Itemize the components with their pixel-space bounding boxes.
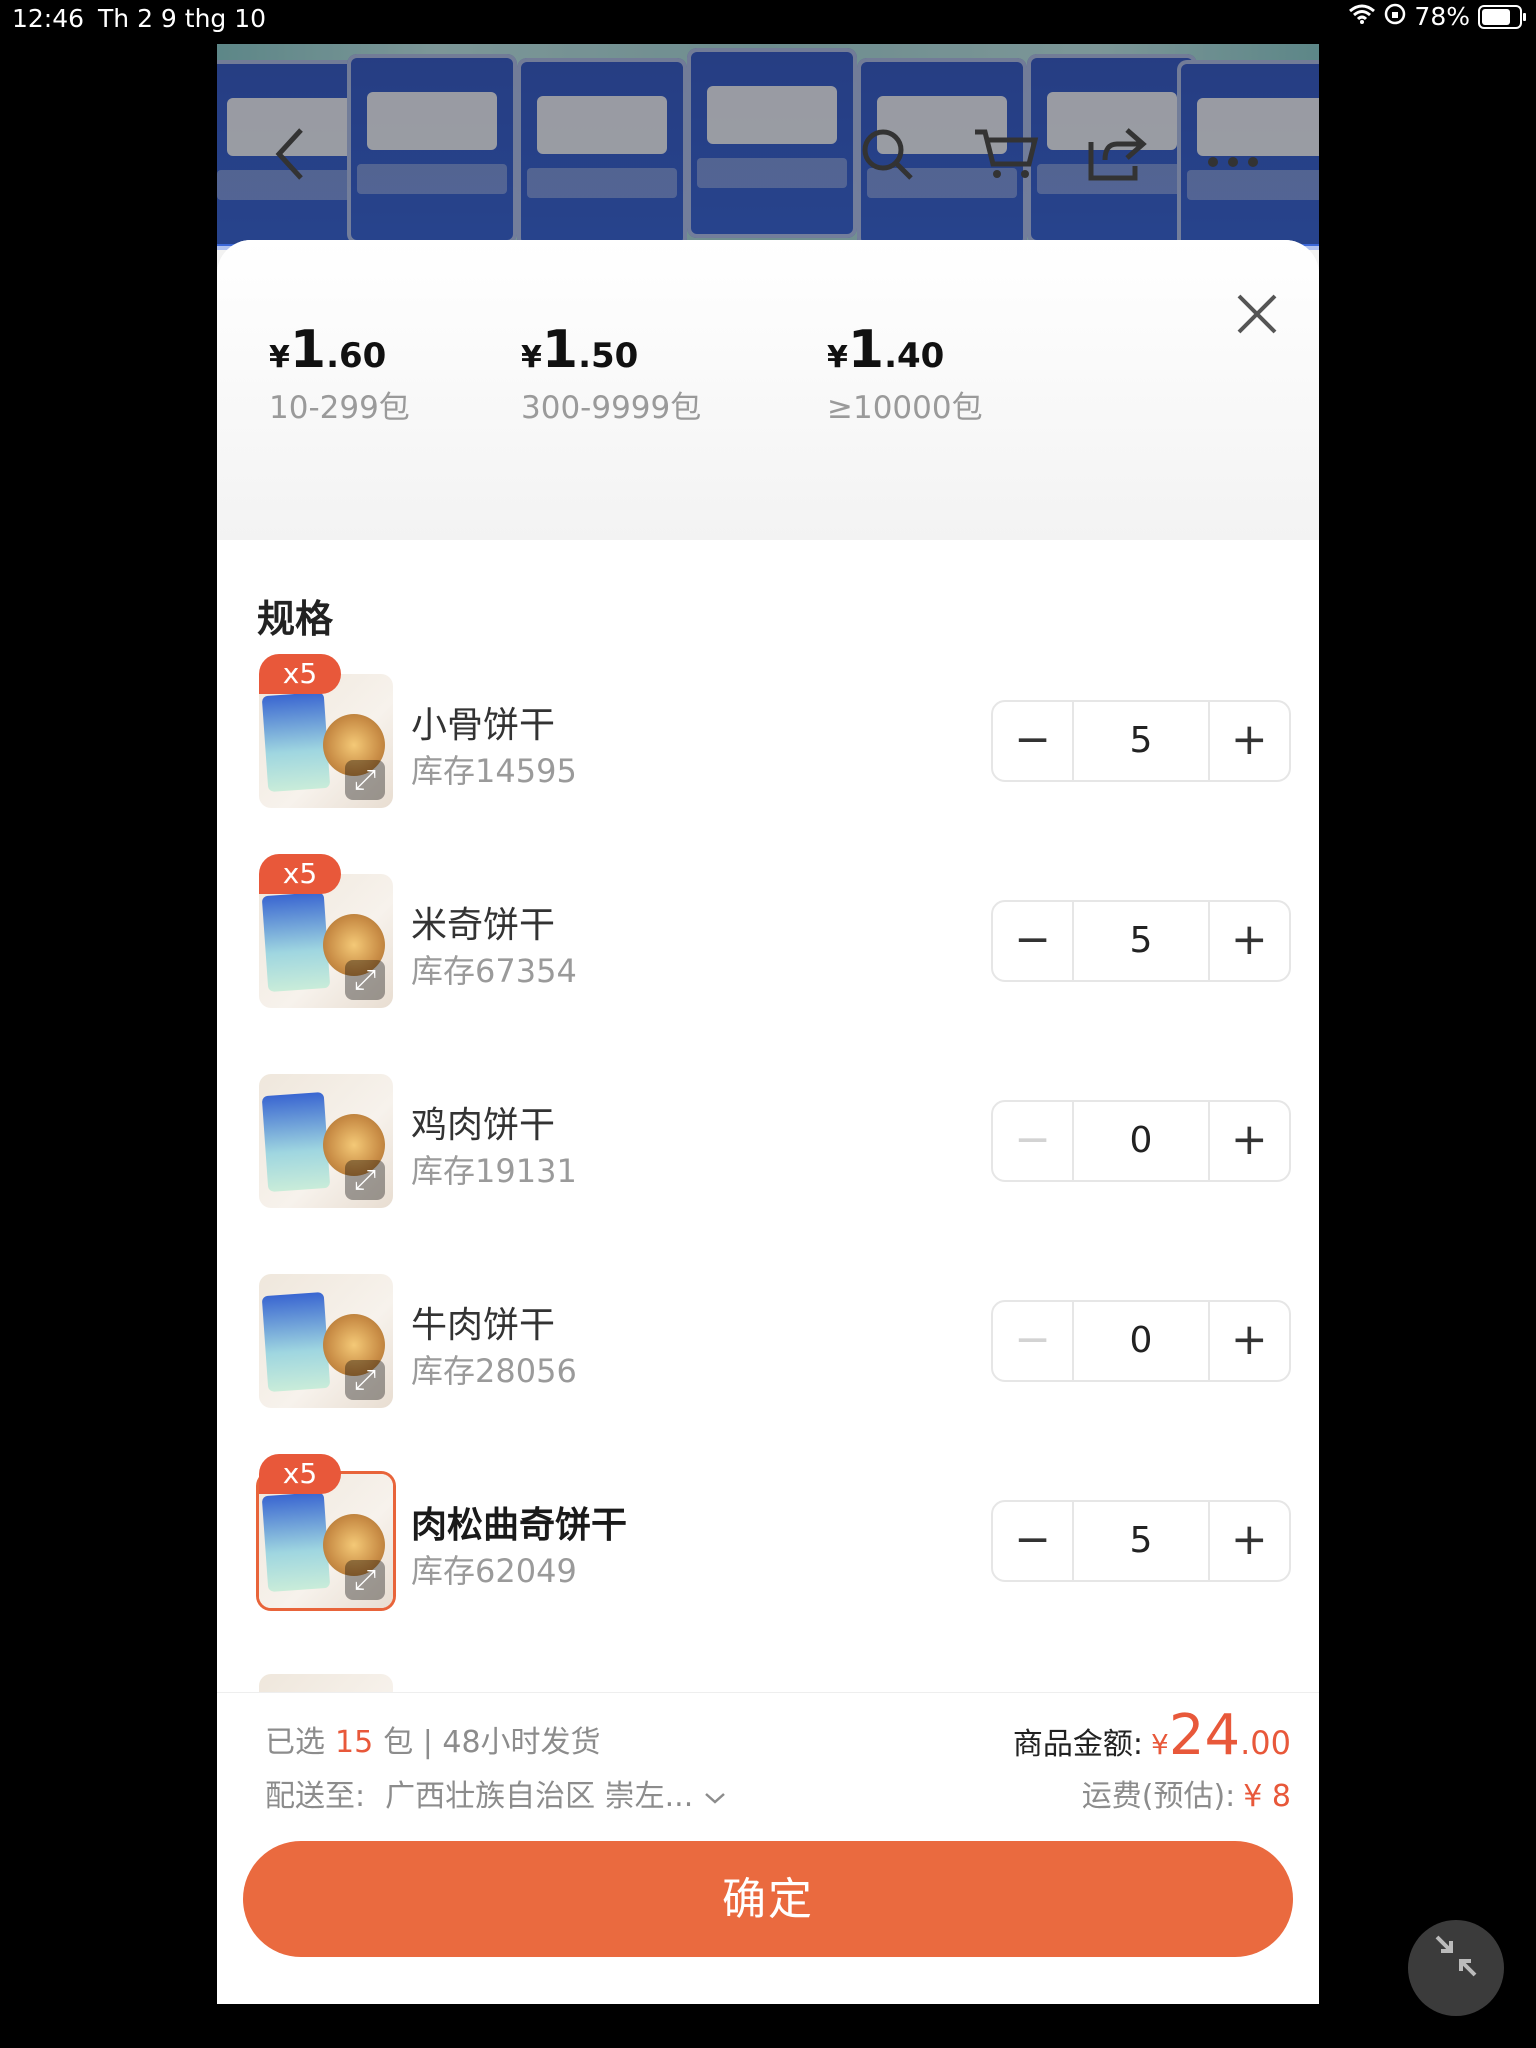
close-icon [1237, 294, 1277, 334]
item-stock: 库存28056 [411, 1352, 577, 1390]
product-thumbnail[interactable] [259, 1674, 393, 1694]
expand-icon: ⤢ [345, 960, 385, 1000]
selected-summary: 已选 15 包 | 48小时发货 [265, 1725, 601, 1760]
tier-range: 10-299包 [269, 390, 410, 426]
chevron-down-icon [703, 1779, 727, 1814]
increment-button[interactable]: + [1210, 1302, 1289, 1380]
item-stock: 库存14595 [411, 752, 577, 790]
app-window: ¥1.60 10-299包 ¥1.50 300-9999包 ¥1.40 ≥100… [217, 44, 1319, 2004]
price-tier: ¥1.50 300-9999包 [521, 320, 701, 427]
decrement-button[interactable]: − [993, 1502, 1072, 1580]
item-name: 牛肉饼干 [411, 1305, 556, 1346]
share-button[interactable] [1087, 126, 1147, 186]
goods-amount: 商品金额: ¥24.00 [1012, 1703, 1291, 1768]
freight-estimate: 运费(预估): ¥ 8 [1081, 1779, 1291, 1814]
expand-icon: ⤢ [345, 1360, 385, 1400]
tier-price: ¥1.40 [827, 320, 945, 380]
product-thumbnail[interactable]: ⤢ [259, 1074, 393, 1208]
confirm-button[interactable]: 确定 [243, 1841, 1293, 1957]
status-date: Th 2 9 thg 10 [98, 4, 267, 33]
minimize-button[interactable] [1408, 1920, 1504, 2016]
tier-range: ≥10000包 [827, 390, 983, 426]
shipping-destination[interactable]: 配送至: 广西壮族自治区 崇左... [265, 1771, 727, 1815]
decrement-button[interactable]: − [993, 1302, 1072, 1380]
status-right: 78% [1348, 2, 1526, 31]
increment-button[interactable]: + [1210, 902, 1289, 980]
quantity-stepper: − 5 + [991, 1500, 1291, 1582]
product-thumbnail[interactable]: ⤢ [259, 1274, 393, 1408]
spec-title: 规格 [257, 597, 334, 641]
spec-item[interactable]: ⤢ x5 小骨饼干 库存14595 − 5 + [235, 654, 1299, 854]
close-button[interactable] [1227, 284, 1287, 344]
status-time: 12:46 [12, 4, 85, 33]
item-name: 米奇饼干 [411, 905, 556, 946]
quantity-multiplier-badge: x5 [259, 854, 341, 894]
price-tiers-bar: ¥1.60 10-299包 ¥1.50 300-9999包 ¥1.40 ≥100… [217, 240, 1319, 540]
battery-icon [1478, 4, 1526, 29]
product-thumbnail[interactable]: ⤢ [259, 674, 393, 808]
expand-icon: ⤢ [345, 1160, 385, 1200]
spec-item[interactable]: ⤢ 鸡肉饼干 库存19131 − 0 + [235, 1054, 1299, 1254]
cart-button[interactable] [973, 126, 1039, 186]
increment-button[interactable]: + [1210, 702, 1289, 780]
quantity-value[interactable]: 5 [1072, 902, 1210, 980]
spec-item[interactable] [235, 1654, 1299, 1694]
item-stock: 库存67354 [411, 952, 577, 990]
decrement-button[interactable]: − [993, 902, 1072, 980]
tier-price: ¥1.50 [521, 320, 639, 380]
banner-dim-overlay [217, 44, 1319, 244]
quantity-value[interactable]: 0 [1072, 1102, 1210, 1180]
quantity-value[interactable]: 5 [1072, 1502, 1210, 1580]
quantity-stepper: − 5 + [991, 900, 1291, 982]
spec-item[interactable]: ⤢ x5 肉松曲奇饼干 库存62049 − 5 + [235, 1454, 1299, 1654]
item-name: 小骨饼干 [411, 705, 556, 746]
status-bar: 12:46 Th 2 9 thg 10 78% [0, 0, 1536, 40]
more-button[interactable] [1203, 126, 1263, 186]
price-tier: ¥1.40 ≥10000包 [827, 320, 983, 427]
increment-button[interactable]: + [1210, 1502, 1289, 1580]
quantity-stepper: − 0 + [991, 1100, 1291, 1182]
battery-percent: 78% [1414, 2, 1470, 31]
tier-range: 300-9999包 [521, 390, 702, 426]
product-thumbnail[interactable]: ⤢ [259, 874, 393, 1008]
item-name: 鸡肉饼干 [411, 1105, 556, 1146]
item-name: 肉松曲奇饼干 [411, 1505, 628, 1546]
order-summary-footer: 已选 15 包 | 48小时发货 配送至: 广西壮族自治区 崇左... 商品金额: ¥2… [217, 1692, 1319, 2004]
tier-price: ¥1.60 [269, 320, 387, 380]
decrement-button[interactable]: − [993, 702, 1072, 780]
expand-icon: ⤢ [345, 760, 385, 800]
expand-icon: ⤢ [345, 1560, 385, 1600]
ship-address: 广西壮族自治区 崇左... [385, 1779, 694, 1814]
minimize-icon [1435, 1935, 1477, 1977]
product-banner [217, 44, 1319, 250]
quantity-value[interactable]: 0 [1072, 1302, 1210, 1380]
spec-list: 规格 ⤢ x5 小骨饼干 库存14595 − 5 + ⤢ x5 米奇饼干 库存6… [235, 542, 1299, 1694]
increment-button[interactable]: + [1210, 1102, 1289, 1180]
rotation-lock-icon [1384, 2, 1406, 31]
item-stock: 库存62049 [411, 1552, 577, 1590]
ship-label: 配送至: [265, 1779, 366, 1814]
quantity-multiplier-badge: x5 [259, 1454, 341, 1494]
item-stock: 库存19131 [411, 1152, 577, 1190]
back-button[interactable] [261, 126, 321, 186]
quantity-stepper: − 5 + [991, 700, 1291, 782]
quantity-value[interactable]: 5 [1072, 702, 1210, 780]
spec-item[interactable]: ⤢ x5 米奇饼干 库存67354 − 5 + [235, 854, 1299, 1054]
product-thumbnail[interactable]: ⤢ [259, 1474, 393, 1608]
sku-sheet: ¥1.60 10-299包 ¥1.50 300-9999包 ¥1.40 ≥100… [217, 240, 1319, 2004]
selected-count: 15 [335, 1725, 374, 1760]
wifi-icon [1348, 2, 1376, 31]
decrement-button[interactable]: − [993, 1102, 1072, 1180]
quantity-multiplier-badge: x5 [259, 654, 341, 694]
quantity-stepper: − 0 + [991, 1300, 1291, 1382]
price-tier: ¥1.60 10-299包 [269, 320, 410, 427]
spec-item[interactable]: ⤢ 牛肉饼干 库存28056 − 0 + [235, 1254, 1299, 1454]
search-button[interactable] [857, 126, 917, 186]
